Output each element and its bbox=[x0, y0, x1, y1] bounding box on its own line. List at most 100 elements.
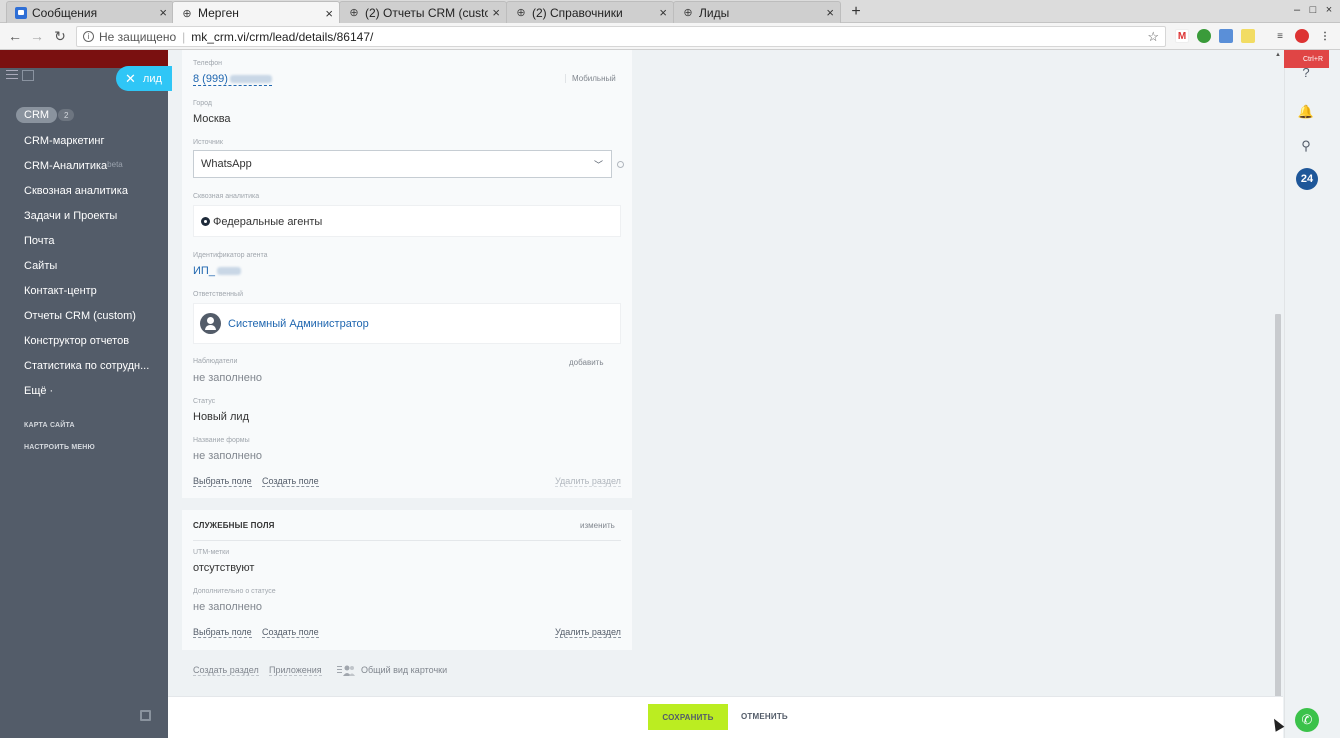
playlist-extension-icon[interactable]: ≡ bbox=[1273, 29, 1287, 43]
source-selected-value: WhatsApp bbox=[201, 158, 252, 170]
close-icon[interactable]: × bbox=[159, 5, 167, 20]
messages-icon bbox=[15, 6, 27, 19]
save-button[interactable]: СОХРАНИТЬ bbox=[648, 704, 728, 730]
status-extra-value: не заполнено bbox=[193, 601, 263, 613]
card-view-link[interactable]: Общий вид карточки bbox=[361, 665, 447, 675]
responsible-link[interactable]: Системный Администратор bbox=[228, 318, 369, 330]
crm-counter-badge: 2 bbox=[58, 109, 75, 121]
arrow-circle-icon: ⊕ bbox=[683, 7, 693, 19]
close-lead-button[interactable]: ✕ лид bbox=[116, 66, 172, 91]
close-icon[interactable]: × bbox=[826, 5, 834, 20]
bell-icon[interactable]: 🔔 bbox=[1298, 104, 1314, 120]
hamburger-icon[interactable] bbox=[6, 70, 18, 82]
arrow-circle-icon: ⊕ bbox=[516, 7, 526, 19]
minimize-icon[interactable]: – bbox=[1290, 4, 1304, 16]
tab-mergen[interactable]: ⊕ Мерген × bbox=[172, 1, 340, 24]
search-icon[interactable]: ⚲ bbox=[1298, 138, 1314, 154]
close-icon[interactable]: × bbox=[492, 5, 500, 20]
close-icon: ✕ bbox=[125, 70, 136, 86]
sidebar-item-crm[interactable]: CRM bbox=[16, 107, 58, 123]
observers-value: не заполнено bbox=[193, 372, 263, 384]
bookmark-star-icon[interactable]: ☆ bbox=[1147, 29, 1159, 45]
browser-menu-icon[interactable]: ⋮ bbox=[1318, 29, 1332, 43]
beta-badge: beta bbox=[107, 160, 123, 169]
green-extension-icon[interactable] bbox=[1197, 29, 1211, 43]
card-view-icon bbox=[337, 665, 355, 676]
gmail-extension-icon[interactable]: M bbox=[1175, 29, 1189, 43]
create-field-link[interactable]: Создать поле bbox=[262, 627, 319, 638]
agent-id-redaction bbox=[216, 267, 241, 276]
source-select[interactable]: WhatsApp ﹀ bbox=[193, 150, 612, 178]
logo-image bbox=[22, 70, 34, 81]
sidebar-item-employee-stats[interactable]: Статистика по сотрудн... bbox=[24, 360, 149, 372]
scrollbar-thumb[interactable] bbox=[1275, 314, 1281, 709]
maximize-icon[interactable]: □ bbox=[1306, 4, 1320, 16]
sidebar-item-end-to-end-analytics[interactable]: Сквозная аналитика bbox=[24, 185, 128, 197]
utm-value: отсутствуют bbox=[193, 562, 255, 574]
phone-icon[interactable]: ✆ bbox=[1295, 708, 1319, 732]
sidebar-item-crm-reports[interactable]: Отчеты CRM (custom) bbox=[24, 310, 136, 322]
status-value: Новый лид bbox=[193, 411, 249, 423]
select-field-link[interactable]: Выбрать поле bbox=[193, 627, 252, 638]
sidebar-item-crm-analytics[interactable]: CRM-Аналитикаbeta bbox=[24, 160, 123, 172]
reload-icon[interactable]: ↻ bbox=[52, 28, 68, 45]
agent-id-link[interactable]: ИП_ bbox=[193, 265, 241, 277]
printer-icon[interactable] bbox=[140, 710, 151, 721]
delete-section-link[interactable]: Удалить раздел bbox=[555, 627, 621, 638]
tab-title: (2) Отчеты CRM (custo bbox=[365, 5, 489, 20]
close-icon[interactable]: × bbox=[659, 5, 667, 20]
cancel-button[interactable]: ОТМЕНИТЬ bbox=[741, 712, 788, 721]
sidebar-item-mail[interactable]: Почта bbox=[24, 235, 55, 247]
close-icon[interactable]: × bbox=[325, 6, 333, 21]
form-name-label: Название формы bbox=[193, 437, 250, 444]
bitrix24-icon[interactable]: 24 bbox=[1296, 168, 1318, 190]
tab-leads[interactable]: ⊕ Лиды × bbox=[673, 1, 841, 23]
new-tab-button[interactable]: + bbox=[848, 3, 864, 21]
sitemap-link[interactable]: КАРТА САЙТА bbox=[24, 422, 75, 429]
hotkey-label: Ctrl+R bbox=[1302, 55, 1323, 63]
sidebar-item-more[interactable]: Ещё · bbox=[24, 385, 53, 397]
city-label: Город bbox=[193, 100, 212, 107]
tab-directories[interactable]: ⊕ (2) Справочники × bbox=[506, 1, 674, 23]
gear-icon[interactable] bbox=[617, 161, 624, 168]
help-icon[interactable]: ? bbox=[1298, 64, 1314, 80]
analytics-value: Федеральные агенты bbox=[213, 216, 323, 228]
status-label: Статус bbox=[193, 398, 216, 405]
status-extra-label: Дополнительно о статусе bbox=[193, 588, 276, 595]
configure-menu-link[interactable]: НАСТРОИТЬ МЕНЮ bbox=[24, 444, 95, 451]
sidebar-item-report-builder[interactable]: Конструктор отчетов bbox=[24, 335, 129, 347]
window-close-icon[interactable]: × bbox=[1322, 4, 1336, 16]
sidebar-item-crm-marketing[interactable]: CRM-маркетинг bbox=[24, 135, 104, 147]
city-value: Москва bbox=[193, 113, 231, 125]
delete-section-link[interactable]: Удалить раздел bbox=[555, 476, 621, 487]
forward-icon[interactable]: → bbox=[29, 28, 45, 44]
arrow-circle-icon: ⊕ bbox=[182, 7, 192, 20]
user-avatar-icon bbox=[200, 313, 221, 334]
sidebar-item-label: CRM-Аналитика bbox=[24, 160, 108, 172]
add-observer-link[interactable]: добавить bbox=[569, 358, 604, 367]
back-icon[interactable]: ← bbox=[7, 28, 23, 44]
agent-id-label: Идентификатор агента bbox=[193, 252, 268, 259]
select-field-link[interactable]: Выбрать поле bbox=[193, 476, 252, 487]
phone-redaction bbox=[229, 75, 272, 84]
edit-section-link[interactable]: изменить bbox=[580, 521, 615, 530]
scroll-up-icon[interactable]: ▲ bbox=[1275, 52, 1281, 58]
sidebar-item-contact-center[interactable]: Контакт-центр bbox=[24, 285, 97, 297]
service-section-title: СЛУЖЕБНЫЕ ПОЛЯ bbox=[193, 521, 275, 530]
profile-extension-icon[interactable] bbox=[1295, 29, 1309, 43]
create-field-link[interactable]: Создать поле bbox=[262, 476, 319, 487]
tab-crm-reports[interactable]: ⊕ (2) Отчеты CRM (custo × bbox=[339, 1, 507, 23]
sidebar-item-tasks[interactable]: Задачи и Проекты bbox=[24, 210, 117, 222]
apps-link[interactable]: Приложения bbox=[269, 665, 322, 676]
mail-extension-icon[interactable] bbox=[1219, 29, 1233, 43]
browser-toolbar: ← → ↻ i Не защищено | mk_crm.vi/crm/lead… bbox=[0, 23, 1340, 50]
radio-selected-icon[interactable] bbox=[201, 217, 210, 226]
create-section-link[interactable]: Создать раздел bbox=[193, 665, 259, 676]
tab-messages[interactable]: Сообщения × bbox=[6, 1, 174, 23]
address-bar[interactable]: i Не защищено | mk_crm.vi/crm/lead/detai… bbox=[76, 26, 1166, 47]
sidebar-item-sites[interactable]: Сайты bbox=[24, 260, 57, 272]
sticky-extension-icon[interactable] bbox=[1241, 29, 1255, 43]
info-icon[interactable]: i bbox=[83, 31, 94, 42]
phone-link[interactable]: 8 (999) bbox=[193, 73, 272, 86]
lead-info-card bbox=[182, 50, 632, 498]
